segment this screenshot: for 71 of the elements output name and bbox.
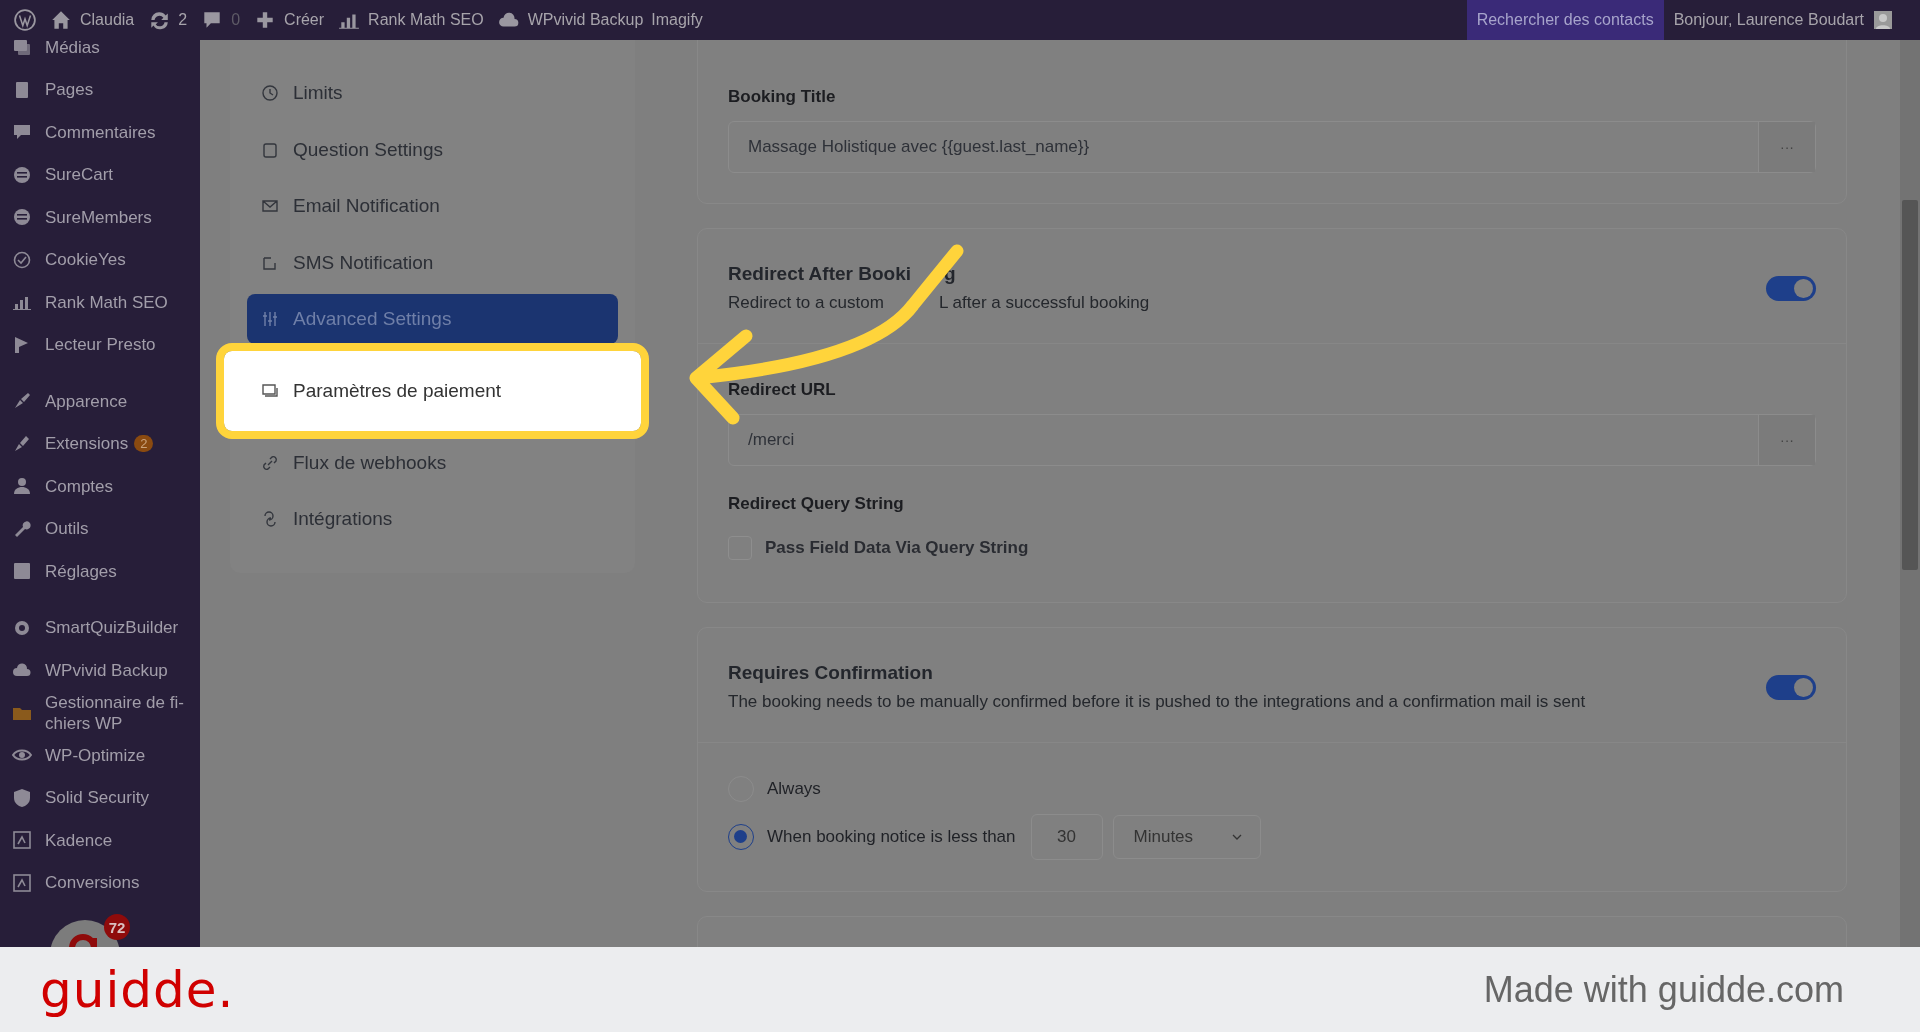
guidde-logo: guidde. bbox=[40, 960, 235, 1019]
notification-count: 72 bbox=[104, 914, 130, 940]
sidebar-item[interactable]: Kadence bbox=[45, 829, 113, 851]
field-label: Redirect Query String bbox=[728, 494, 905, 514]
sidebar-item[interactable]: Pages bbox=[45, 79, 94, 101]
sidebar-item[interactable]: Commentaires bbox=[45, 121, 156, 143]
sidebar-item[interactable]: Lecteur Presto bbox=[45, 334, 156, 356]
sidebar-item[interactable]: WP-Optimize bbox=[45, 744, 146, 766]
section-description: Redirect to a custom bbox=[728, 293, 884, 312]
settings-menu-item[interactable]: Intégrations bbox=[247, 494, 618, 545]
settings-menu-item[interactable]: SMS Notification bbox=[247, 237, 618, 288]
sidebar-item[interactable]: SmartQuizBuilder bbox=[45, 617, 179, 639]
settings-menu-item[interactable]: Email Notification bbox=[247, 181, 618, 232]
media-icon bbox=[12, 40, 32, 58]
sidebar-item[interactable]: WPvivid Backup bbox=[45, 659, 168, 681]
scrollbar-thumb[interactable] bbox=[1902, 200, 1918, 570]
section-title: Requires Confirmation bbox=[728, 662, 934, 684]
link-icon bbox=[261, 453, 279, 472]
admin-bar-link[interactable]: Créer bbox=[284, 11, 325, 29]
sidebar-item[interactable]: Conversions bbox=[45, 872, 140, 894]
settings-menu-item[interactable]: Limits bbox=[247, 68, 618, 118]
update-count: 2 bbox=[134, 435, 154, 453]
settings-menu-item[interactable]: Question Settings bbox=[247, 124, 618, 175]
striped-circle-icon bbox=[12, 164, 32, 185]
sidebar-item[interactable]: Médias bbox=[45, 40, 100, 58]
admin-bar-link[interactable]: 2 bbox=[178, 11, 188, 29]
greeting-link[interactable]: Bonjour, Laurence Boudart bbox=[1673, 11, 1864, 29]
section-description: L after a successful booking bbox=[939, 293, 1150, 312]
toggle-switch[interactable] bbox=[1766, 275, 1816, 301]
redirect-url-field[interactable]: /merci ··· bbox=[728, 414, 1816, 466]
admin-bar-link[interactable]: Imagify bbox=[651, 11, 703, 29]
section-title: Redirect After Booki bbox=[728, 263, 911, 284]
integration-icon bbox=[261, 510, 279, 529]
shield-icon bbox=[12, 787, 32, 808]
frame-icon bbox=[12, 872, 32, 893]
sidebar-item[interactable]: SureCart bbox=[45, 164, 114, 186]
credit-text: Made with guidde.com bbox=[1483, 968, 1844, 1011]
refresh-icon[interactable] bbox=[148, 9, 171, 31]
field-label: Redirect URL bbox=[728, 380, 837, 400]
sidebar-item[interactable]: CookieYes bbox=[45, 249, 126, 271]
admin-bar-link[interactable]: Rank Math SEO bbox=[368, 11, 484, 29]
sidebar-item[interactable]: SureMembers bbox=[45, 206, 152, 228]
field-label: Booking Title bbox=[728, 87, 837, 107]
booking-title-field[interactable]: Massage Holistique avec {{guest.last_name}} ··· bbox=[728, 121, 1816, 173]
sidebar-item[interactable]: Gestionnaire de fi- chiers WP bbox=[45, 691, 184, 734]
sidebar-item[interactable]: Rank Math SEO bbox=[45, 291, 168, 313]
cookie-icon bbox=[12, 249, 32, 270]
notice-number-field[interactable]: 30 bbox=[1030, 814, 1103, 860]
home-icon[interactable] bbox=[50, 9, 72, 31]
radio-label: Always bbox=[767, 779, 821, 799]
admin-bar-link[interactable]: Claudia bbox=[80, 11, 135, 29]
frame-icon bbox=[12, 830, 32, 851]
radio-label: When booking notice is less than bbox=[767, 827, 1016, 847]
sidebar-item[interactable]: Outils bbox=[45, 518, 89, 540]
sidebar-item[interactable]: Réglages bbox=[45, 560, 117, 582]
checkbox-label: Pass Field Data Via Query String bbox=[765, 538, 1029, 558]
section-description: The booking needs to be manually confirmed before it is pushed to the integrations and a confirmation mail is sent bbox=[728, 692, 1587, 712]
settings-menu-item[interactable]: Flux de webhooks bbox=[247, 437, 618, 488]
payment-icon bbox=[261, 381, 279, 400]
unit-dropdown[interactable]: Minutes bbox=[1112, 815, 1261, 859]
admin-bar-link[interactable]: WPvivid Backup bbox=[527, 11, 644, 29]
striped-circle-icon bbox=[12, 207, 32, 228]
person-icon bbox=[12, 476, 32, 497]
sidebar-item[interactable]: Solid Security bbox=[45, 787, 149, 809]
search-contacts-link[interactable]: Rechercher des contacts bbox=[1466, 0, 1664, 40]
sidebar-item[interactable]: Extensions bbox=[45, 433, 129, 455]
sidebar-item[interactable]: Apparence bbox=[45, 390, 128, 412]
sidebar-item[interactable]: Comptes bbox=[45, 475, 114, 497]
wordpress-logo-icon[interactable] bbox=[14, 9, 36, 31]
clock-icon bbox=[261, 84, 279, 102]
toggle-switch[interactable] bbox=[1766, 674, 1816, 700]
